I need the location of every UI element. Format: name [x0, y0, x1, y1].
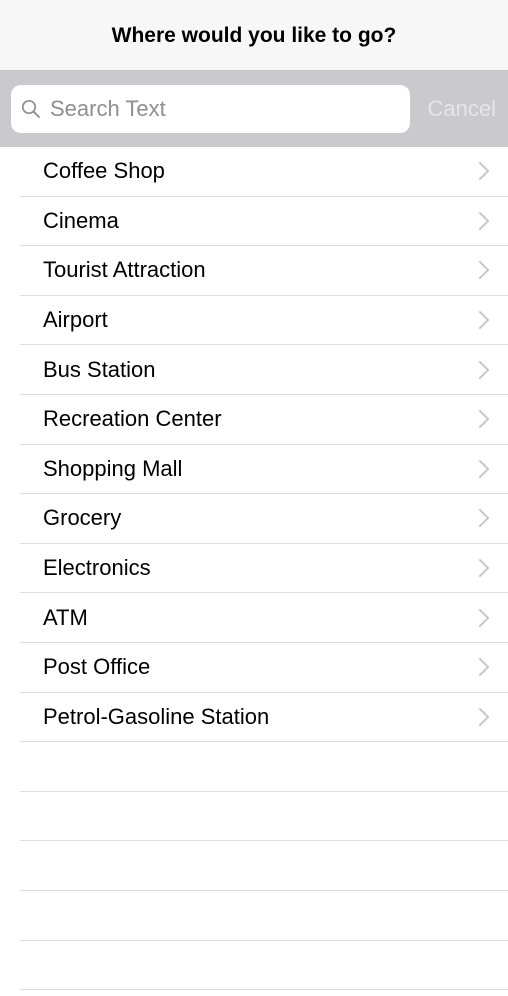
- list-item-label: Electronics: [43, 555, 151, 581]
- search-field[interactable]: [11, 85, 410, 133]
- empty-row: [20, 941, 508, 991]
- empty-row: [20, 792, 508, 842]
- list-item-label: Shopping Mall: [43, 455, 183, 481]
- chevron-right-icon: [478, 360, 490, 380]
- list-item[interactable]: Coffee Shop: [20, 147, 508, 197]
- chevron-right-icon: [478, 558, 490, 578]
- destination-list: Coffee Shop Cinema Tourist Attraction Airpo…: [0, 147, 508, 743]
- list-item-label: Grocery: [43, 505, 122, 531]
- list-item-label: Petrol-Gasoline Station: [43, 703, 270, 729]
- chevron-right-icon: [478, 707, 490, 727]
- list-item[interactable]: Bus Station: [20, 345, 508, 395]
- empty-rows: [0, 742, 508, 991]
- list-item[interactable]: Cinema: [20, 197, 508, 247]
- chevron-right-icon: [478, 310, 490, 330]
- chevron-right-icon: [478, 657, 490, 677]
- chevron-right-icon: [478, 409, 490, 429]
- chevron-right-icon: [478, 508, 490, 528]
- chevron-right-icon: [478, 459, 490, 479]
- list-item[interactable]: Shopping Mall: [20, 445, 508, 495]
- search-bar: Cancel: [0, 71, 508, 147]
- list-item[interactable]: Airport: [20, 296, 508, 346]
- list-item[interactable]: ATM: [20, 593, 508, 643]
- list-item[interactable]: Electronics: [20, 544, 508, 594]
- list-item-label: Tourist Attraction: [43, 257, 206, 283]
- list-item-label: Airport: [43, 307, 108, 333]
- list-item-label: Coffee Shop: [43, 158, 165, 184]
- search-input[interactable]: [50, 96, 370, 122]
- chevron-right-icon: [478, 161, 490, 181]
- list-item[interactable]: Petrol-Gasoline Station: [20, 693, 508, 743]
- chevron-right-icon: [478, 211, 490, 231]
- chevron-right-icon: [478, 260, 490, 280]
- list-item[interactable]: Tourist Attraction: [20, 246, 508, 296]
- list-item-label: Post Office: [43, 654, 151, 680]
- empty-row: [20, 841, 508, 891]
- empty-row: [20, 891, 508, 941]
- list-item[interactable]: Grocery: [20, 494, 508, 544]
- navigation-bar: Where would you like to go?: [0, 0, 508, 71]
- chevron-right-icon: [478, 608, 490, 628]
- search-icon: [21, 99, 41, 119]
- empty-row: [20, 742, 508, 792]
- screen: Where would you like to go? Cancel Coffe…: [0, 0, 508, 996]
- cancel-button[interactable]: Cancel: [428, 96, 496, 122]
- list-item[interactable]: Post Office: [20, 643, 508, 693]
- list-item-label: Recreation Center: [43, 406, 222, 432]
- list-item-label: Cinema: [43, 207, 119, 233]
- list-item-label: ATM: [43, 604, 88, 630]
- page-title: Where would you like to go?: [111, 24, 397, 47]
- list-item-label: Bus Station: [43, 356, 156, 382]
- list-item[interactable]: Recreation Center: [20, 395, 508, 445]
